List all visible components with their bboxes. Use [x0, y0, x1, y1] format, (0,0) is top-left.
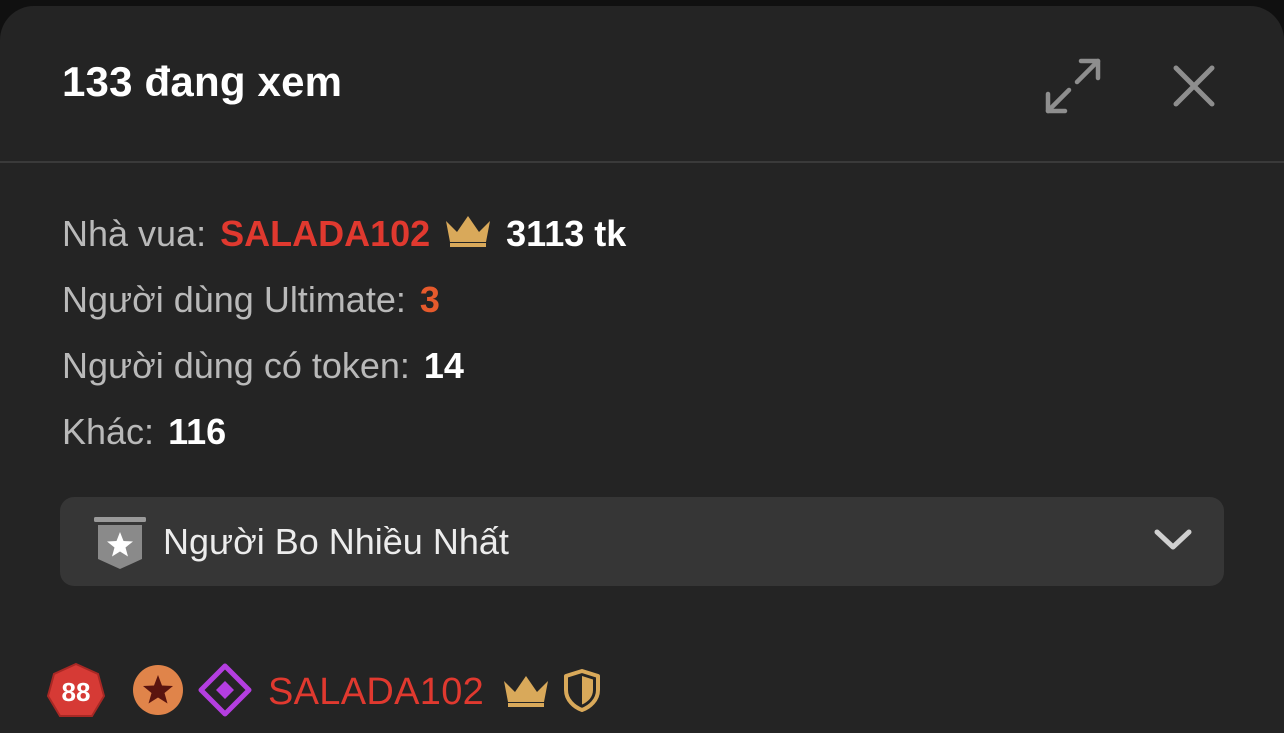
other-label: Khác: [62, 411, 155, 452]
star-badge-icon [92, 515, 148, 576]
star-medal-icon [132, 664, 184, 721]
viewer-stats: Nhà vua: SALADA102 3113 tk Người dùng Ul… [62, 201, 626, 465]
ultimate-count: 3 [419, 279, 440, 320]
ultimate-row: Người dùng Ultimate: 3 [62, 267, 626, 333]
dropdown-label: Người Bo Nhiều Nhất [163, 521, 509, 562]
list-item[interactable]: 88 SALADA102 [46, 662, 602, 722]
level-badge: 88 [46, 662, 106, 722]
close-button[interactable] [1164, 56, 1224, 116]
close-icon [1173, 65, 1215, 107]
panel-header: 133 đang xem [0, 6, 1284, 163]
crown-icon [502, 673, 550, 712]
king-tokens: 3113 tk [506, 213, 627, 254]
expand-button[interactable] [1043, 56, 1103, 116]
expand-arrows-icon [1045, 58, 1101, 114]
other-count: 116 [168, 411, 227, 452]
crown-icon [444, 213, 492, 256]
chevron-down-icon [1153, 525, 1193, 560]
ultimate-label: Người dùng Ultimate: [62, 279, 406, 320]
token-users-label: Người dùng có token: [62, 345, 410, 386]
king-label: Nhà vua: [62, 213, 207, 254]
shield-icon [562, 668, 602, 717]
username[interactable]: SALADA102 [268, 671, 484, 714]
king-username[interactable]: SALADA102 [220, 213, 430, 255]
token-users-count: 14 [423, 345, 464, 386]
other-row: Khác: 116 [62, 399, 626, 465]
token-users-row: Người dùng có token: 14 [62, 333, 626, 399]
viewers-panel: 133 đang xem Nhà vua: SALADA102 3113 tk … [0, 6, 1284, 733]
diamond-icon [198, 663, 252, 722]
panel-title: 133 đang xem [62, 58, 343, 105]
king-row: Nhà vua: SALADA102 3113 tk [62, 201, 626, 267]
level-number: 88 [61, 676, 91, 707]
sort-dropdown[interactable]: Người Bo Nhiều Nhất [60, 497, 1224, 586]
